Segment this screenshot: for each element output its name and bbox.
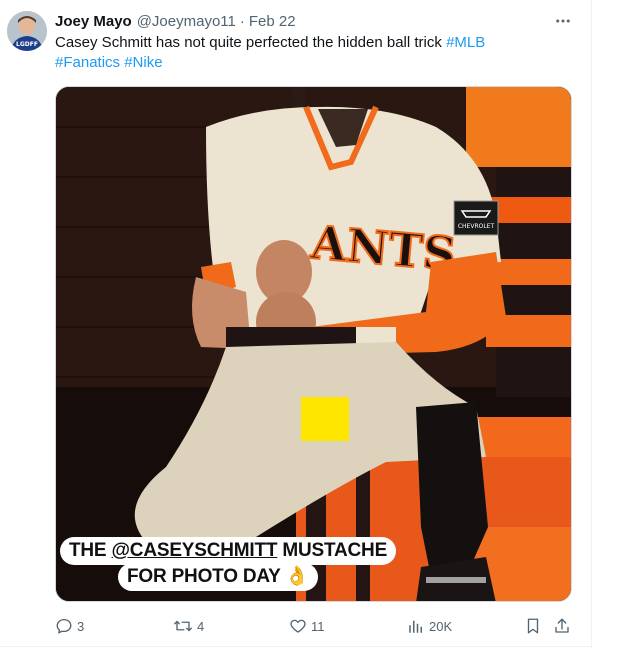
share-icon (555, 618, 569, 633)
tweet-actions: 3 4 11 20K (55, 614, 575, 638)
view-count: 20K (429, 618, 453, 634)
tweet-header: Joey Mayo @Joeymayo11 · Feb 22 (55, 11, 296, 31)
repost-icon (174, 620, 192, 632)
reply-icon (56, 618, 72, 634)
caption-suffix: MUSTACHE (277, 540, 388, 561)
sleeve-patch-text: CHEVROLET (458, 223, 495, 230)
photo-caption: THE @CASEYSCHMITT MUSTACHE FOR PHOTO DAY… (60, 537, 397, 591)
repost-button[interactable]: 4 (173, 614, 204, 638)
censor-square (301, 397, 349, 441)
caption-mention: @CASEYSCHMITT (111, 540, 278, 561)
hashtag-mlb[interactable]: #MLB (446, 34, 485, 51)
author-display-name[interactable]: Joey Mayo (55, 13, 132, 30)
tweet-text: Casey Schmitt has not quite perfected th… (55, 33, 575, 73)
avatar-shirt-text: LGDFF (16, 41, 38, 48)
caption-line-1: THE @CASEYSCHMITT MUSTACHE (60, 537, 397, 565)
views-button[interactable]: 20K (407, 614, 452, 638)
caption-line-2: FOR PHOTO DAY 👌 (118, 563, 318, 591)
reply-button[interactable]: 3 (55, 614, 84, 638)
header-separator: · (239, 12, 245, 30)
reply-count: 3 (77, 618, 85, 634)
hashtag-nike[interactable]: #Nike (124, 54, 162, 71)
ellipsis-icon (556, 19, 570, 23)
author-handle[interactable]: @Joeymayo11 (137, 13, 236, 30)
like-button[interactable]: 11 (289, 614, 325, 638)
share-button[interactable] (553, 614, 571, 638)
avatar[interactable]: LGDFF (7, 11, 47, 51)
tweet-media[interactable]: ANTS CHEVROLET THE @CASEYSCHMITT MUSTACH… (55, 86, 572, 602)
more-options-button[interactable] (551, 10, 575, 32)
bookmark-button[interactable] (524, 614, 542, 638)
tweet-page: LGDFF Joey Mayo @Joeymayo11 · Feb 22 Cas… (0, 0, 623, 649)
photo-illustration: ANTS CHEVROLET (56, 87, 571, 601)
column-divider (591, 0, 592, 649)
like-count: 11 (311, 618, 325, 634)
hashtag-fanatics[interactable]: #Fanatics (55, 54, 120, 71)
repost-count: 4 (197, 618, 205, 634)
bar-chart-icon (409, 620, 422, 633)
bookmark-icon (527, 618, 539, 634)
tweet-divider (0, 646, 591, 647)
avatar-image: LGDFF (7, 11, 47, 51)
caption-prefix: THE (69, 540, 112, 561)
heart-icon (290, 619, 306, 633)
tweet-body: Casey Schmitt has not quite perfected th… (55, 34, 442, 51)
tweet-date[interactable]: Feb 22 (249, 13, 296, 30)
